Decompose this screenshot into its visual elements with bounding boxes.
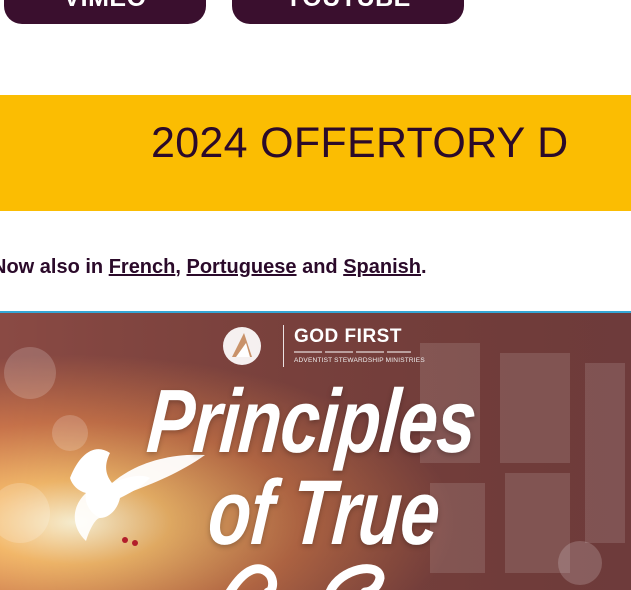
principles-hero-image[interactable]: GOD FIRST ADVENTIST STEWARDSHIP MINISTRI… <box>0 311 631 590</box>
languages-sep: , <box>175 256 181 278</box>
hero-title-line-2: of True <box>204 462 444 564</box>
hero-title-line-1: Principles <box>143 372 480 472</box>
vimeo-button[interactable]: VIMEO <box>4 0 206 24</box>
offertory-banner: 2024 OFFERTORY D <box>0 95 631 211</box>
youtube-button[interactable]: YOUTUBE <box>232 0 464 24</box>
languages-line: Now also in French, Portuguese and Spani… <box>0 256 427 279</box>
languages-and: and <box>296 256 344 278</box>
languages-prefix: Now also in <box>0 256 109 278</box>
banner-title: 2024 OFFERTORY D <box>151 119 569 167</box>
spanish-link[interactable]: Spanish <box>343 256 421 278</box>
church-logo-icon <box>223 327 261 365</box>
vimeo-button-label: VIMEO <box>63 0 146 13</box>
french-link[interactable]: French <box>109 256 176 278</box>
logo-title: GOD FIRST <box>294 326 402 347</box>
languages-end: . <box>421 256 427 278</box>
logo-subtitle: ADVENTIST STEWARDSHIP MINISTRIES <box>294 357 425 364</box>
youtube-button-label: YOUTUBE <box>285 0 411 13</box>
logo-divider <box>283 325 284 367</box>
portuguese-link[interactable]: Portuguese <box>187 256 297 278</box>
